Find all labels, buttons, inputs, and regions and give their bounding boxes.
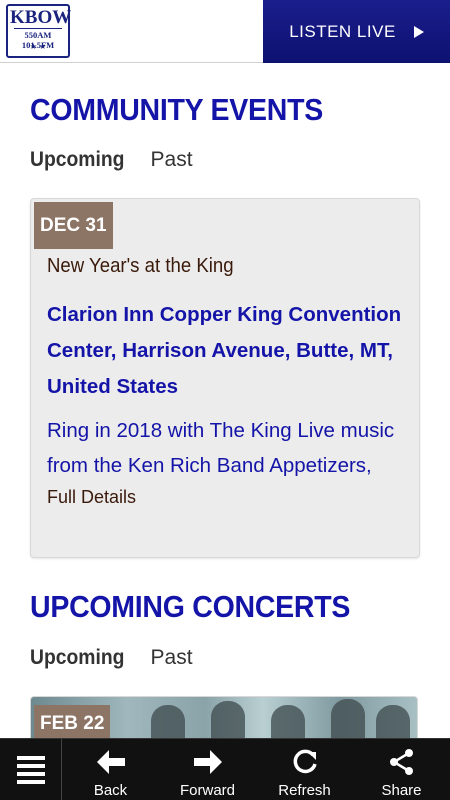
- play-icon: [413, 25, 424, 38]
- refresh-button[interactable]: Refresh: [256, 739, 353, 800]
- menu-icon-bar: [16, 764, 45, 768]
- menu-icon: [16, 756, 45, 760]
- refresh-icon: [288, 748, 322, 776]
- tab-past[interactable]: Past: [151, 646, 193, 670]
- logo-stars: ★ ★: [29, 42, 47, 51]
- upcoming-concerts-title: UPCOMING CONCERTS: [30, 589, 351, 624]
- forward-label: Forward: [179, 782, 235, 799]
- event-description[interactable]: Ring in 2018 with The King Live music fr…: [47, 413, 412, 483]
- concerts-tabs: Upcoming Past: [30, 646, 193, 670]
- tab-upcoming[interactable]: Upcoming: [30, 148, 124, 172]
- full-details-link[interactable]: Full Details: [47, 487, 136, 508]
- back-label: Back: [93, 782, 128, 799]
- app-header: KBOW 550AM 101.5FM ★ ★ LISTEN LIVE: [0, 0, 450, 63]
- menu-icon-bar: [16, 780, 45, 784]
- community-events-tabs: Upcoming Past: [30, 148, 193, 172]
- event-card[interactable]: DEC 31 New Year's at the King Clarion In…: [30, 198, 420, 558]
- back-button[interactable]: Back: [62, 739, 159, 800]
- tab-upcoming[interactable]: Upcoming: [30, 646, 124, 670]
- station-logo[interactable]: KBOW 550AM 101.5FM ★ ★: [6, 4, 72, 58]
- share-icon: [385, 748, 419, 776]
- event-title[interactable]: New Year's at the King: [47, 255, 234, 278]
- share-button[interactable]: Share: [353, 739, 450, 800]
- event-date-badge: DEC 31: [34, 202, 113, 249]
- arrow-right-icon: [191, 748, 225, 776]
- listen-live-button[interactable]: LISTEN LIVE: [263, 0, 450, 63]
- share-label: Share: [381, 782, 422, 799]
- arrow-left-icon: [94, 748, 128, 776]
- listen-live-label: LISTEN LIVE: [289, 21, 396, 41]
- logo-divider: [14, 28, 62, 29]
- refresh-label: Refresh: [278, 782, 331, 799]
- community-events-title: COMMUNITY EVENTS: [30, 92, 323, 127]
- tab-past[interactable]: Past: [151, 148, 193, 172]
- bottom-toolbar: Back Forward Refresh Share: [0, 738, 450, 800]
- logo-callsign: KBOW: [10, 7, 72, 28]
- menu-icon-bar: [16, 772, 45, 776]
- forward-button[interactable]: Forward: [159, 739, 256, 800]
- menu-button[interactable]: [0, 739, 62, 800]
- event-venue-link[interactable]: Clarion Inn Copper King Convention Cente…: [47, 297, 407, 405]
